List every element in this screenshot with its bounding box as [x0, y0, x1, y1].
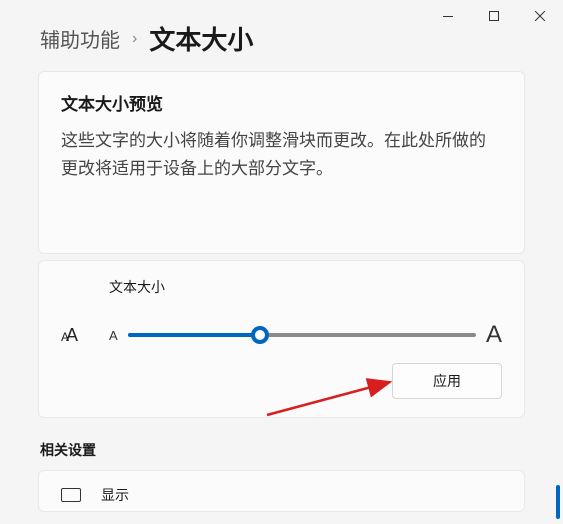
scrollbar-indicator[interactable] [556, 485, 560, 519]
minimize-icon [443, 16, 453, 17]
preview-title: 文本大小预览 [61, 90, 502, 115]
maximize-button[interactable] [471, 0, 517, 32]
slider-label: 文本大小 [61, 277, 502, 297]
minimize-button[interactable] [425, 0, 471, 32]
close-button[interactable] [517, 0, 563, 32]
close-icon [535, 11, 545, 21]
text-size-slider-card: 文本大小 AA A A 应用 [38, 260, 525, 418]
apply-button[interactable]: 应用 [392, 363, 502, 399]
text-size-slider[interactable] [128, 333, 476, 337]
text-preview-card: 文本大小预览 这些文字的大小将随着你调整滑块而更改。在此处所做的更改将适用于设备… [38, 71, 525, 254]
text-size-icon: AA [61, 325, 97, 346]
slider-fill [128, 333, 260, 337]
breadcrumb-parent[interactable]: 辅助功能 [40, 24, 120, 53]
slider-min-marker: A [109, 328, 118, 343]
slider-thumb[interactable] [251, 326, 269, 344]
slider-max-marker: A [486, 321, 502, 349]
maximize-icon [489, 11, 499, 21]
chevron-right-icon: › [132, 30, 137, 48]
display-settings-item[interactable]: 显示 [38, 470, 525, 512]
related-settings-heading: 相关设置 [40, 440, 525, 460]
monitor-icon [61, 488, 81, 502]
page-title: 文本大小 [149, 20, 253, 57]
preview-text: 这些文字的大小将随着你调整滑块而更改。在此处所做的更改将适用于设备上的大部分文字… [61, 127, 502, 183]
display-title: 显示 [101, 485, 129, 505]
